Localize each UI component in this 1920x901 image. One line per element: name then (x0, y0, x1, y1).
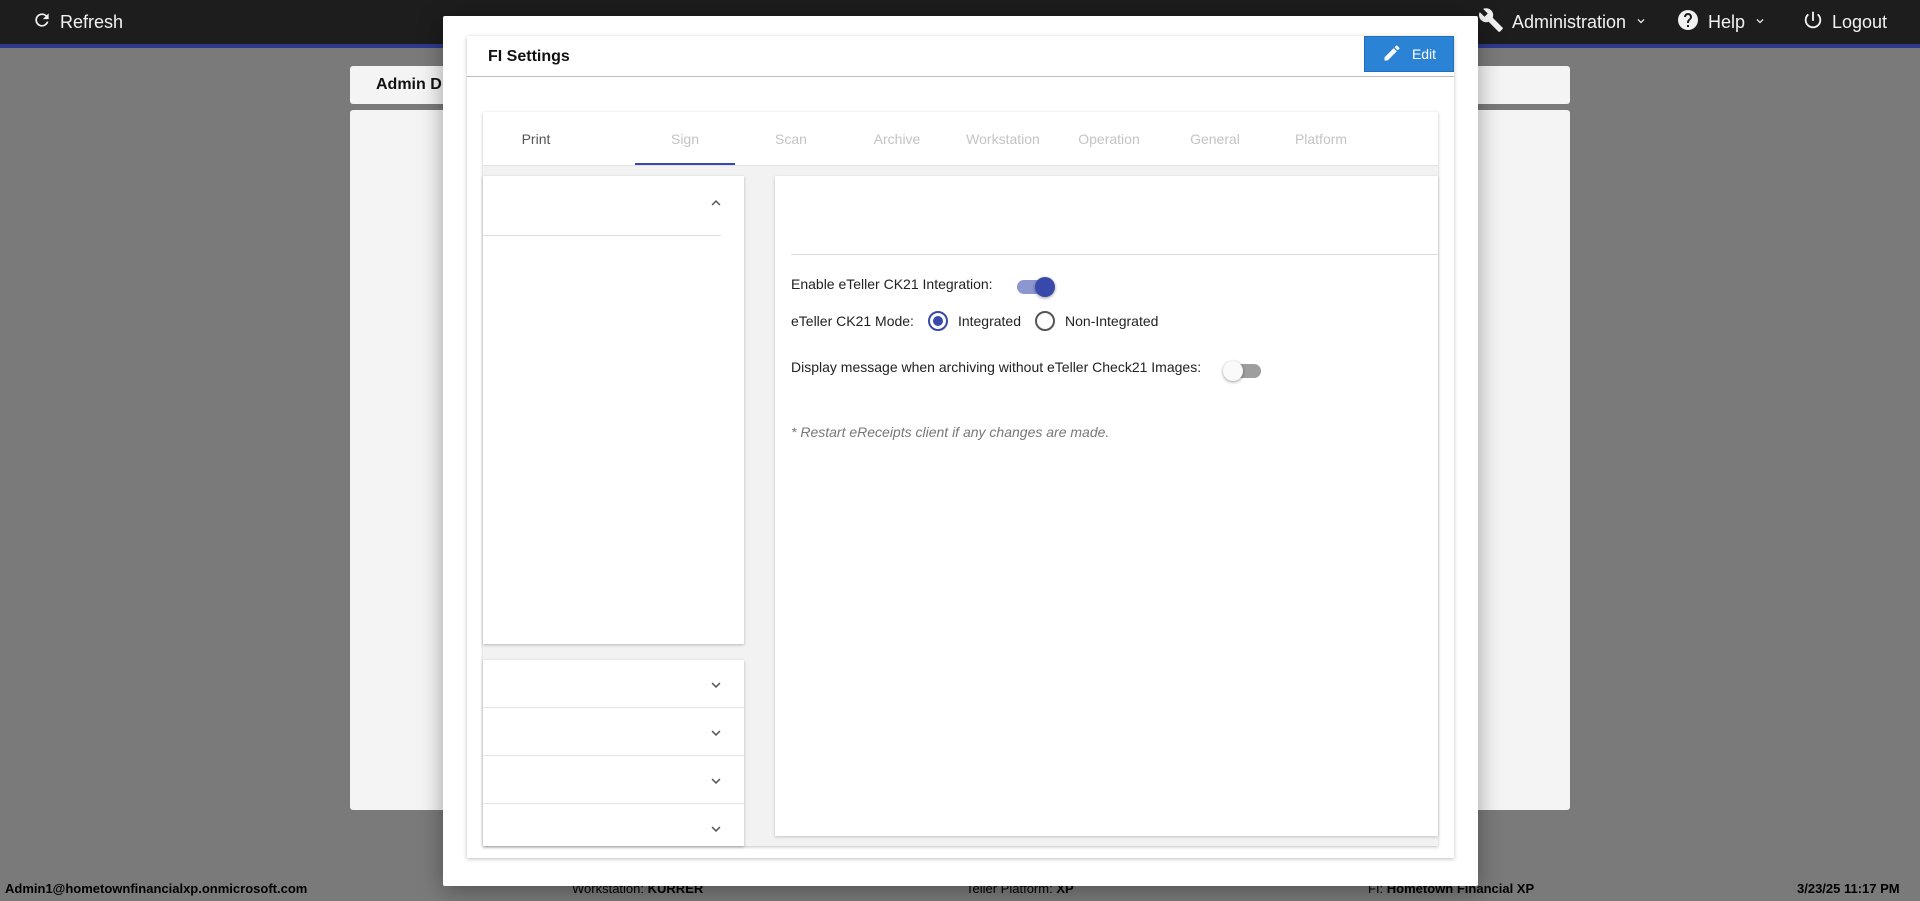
settings-content: Enable eTeller CK21 Integration: eTeller… (775, 176, 1438, 836)
enable-ck21-label: Enable eTeller CK21 Integration: (791, 276, 993, 292)
settings-tabs-card: Print Sign Scan Archive Workstation Oper… (483, 112, 1438, 846)
dialog-card: FI Settings Edit Print Sign Scan Archive… (467, 36, 1454, 858)
dashboard-title: Admin D (376, 76, 442, 93)
tab-bar: Print Sign Scan Archive Workstation Oper… (483, 112, 1438, 166)
tab-indicator (635, 163, 735, 165)
tab-archive[interactable]: Archive (844, 112, 950, 166)
display-msg-toggle[interactable] (1223, 361, 1262, 381)
power-icon (1802, 9, 1824, 36)
logout-button[interactable]: Logout (1802, 0, 1887, 44)
content-divider (791, 254, 1438, 255)
accordion-divider (483, 235, 721, 236)
mode-integrated-radio[interactable] (927, 311, 948, 331)
help-menu[interactable]: Help (1676, 0, 1767, 44)
administration-menu[interactable]: Administration (1478, 0, 1648, 44)
tab-operation[interactable]: Operation (1056, 112, 1162, 166)
mode-non-integrated-label[interactable]: Non-Integrated (1065, 313, 1158, 329)
mode-non-integrated-radio[interactable] (1035, 311, 1056, 331)
logout-label: Logout (1832, 11, 1888, 32)
pencil-icon (1382, 43, 1402, 66)
tab-sign[interactable]: Sign (632, 112, 738, 166)
administration-label: Administration (1512, 11, 1627, 32)
help-circle-icon (1676, 8, 1700, 37)
accordion-row[interactable] (483, 804, 744, 852)
chevron-down-icon (707, 820, 725, 843)
refresh-icon (32, 10, 52, 35)
accordion-collapsed-group (483, 660, 744, 846)
enable-ck21-toggle[interactable] (1016, 277, 1055, 297)
enable-ck21-row: Enable eTeller CK21 Integration: (791, 274, 1055, 297)
chevron-down-icon (707, 676, 725, 699)
chevron-down-icon (707, 724, 725, 747)
dialog-header: FI Settings Edit (467, 36, 1454, 77)
ck21-mode-label: eTeller CK21 Mode: (791, 313, 914, 329)
toggle-knob (1034, 277, 1055, 297)
fi-settings-dialog: FI Settings Edit Print Sign Scan Archive… (443, 16, 1478, 886)
toggle-knob (1223, 361, 1244, 381)
restart-note: * Restart eReceipts client if any change… (791, 424, 1110, 440)
help-label: Help (1708, 11, 1746, 32)
chevron-down-icon (1753, 12, 1767, 33)
tab-platform[interactable]: Platform (1268, 112, 1374, 166)
edit-button[interactable]: Edit (1364, 36, 1454, 72)
chevron-down-icon (707, 772, 725, 795)
chevron-up-icon[interactable] (707, 194, 725, 217)
chevron-down-icon (1634, 12, 1648, 33)
accordion-row[interactable] (483, 708, 744, 756)
tab-general[interactable]: General (1162, 112, 1268, 166)
wrench-icon (1478, 7, 1504, 38)
footer-user: Admin1@hometownfinancialxp.onmicrosoft.c… (5, 881, 308, 896)
mode-integrated-label[interactable]: Integrated (958, 313, 1021, 329)
footer-datetime: 3/23/25 11:17 PM (1797, 881, 1900, 896)
accordion-row[interactable] (483, 660, 744, 708)
tab-workstation[interactable]: Workstation (950, 112, 1056, 166)
ck21-mode-row: eTeller CK21 Mode: Integrated Non-Integr… (791, 311, 1158, 331)
dialog-title: FI Settings (488, 48, 570, 65)
display-msg-label: Display message when archiving without e… (791, 359, 1202, 375)
accordion-panel-expanded (483, 176, 744, 644)
accordion-row[interactable] (483, 756, 744, 804)
tab-print[interactable]: Print (483, 112, 589, 166)
display-msg-row: Display message when archiving without e… (791, 356, 1262, 381)
refresh-button[interactable]: Refresh (32, 0, 123, 44)
edit-label: Edit (1411, 46, 1437, 62)
tab-scan[interactable]: Scan (738, 112, 844, 166)
refresh-label: Refresh (60, 11, 124, 32)
